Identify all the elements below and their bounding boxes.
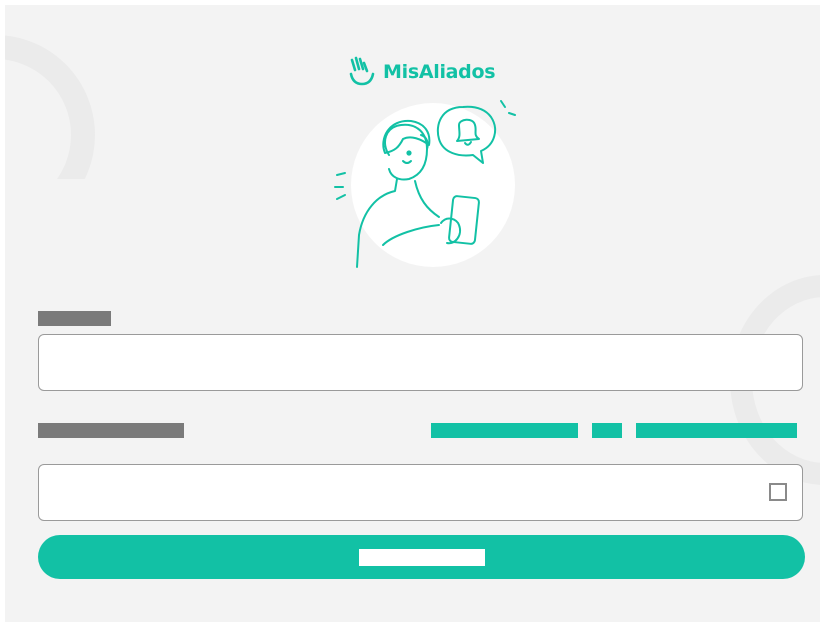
hand-wave-icon: [349, 56, 375, 86]
show-password-checkbox-icon[interactable]: [769, 483, 787, 501]
forgot-link-part-3[interactable]: [636, 423, 797, 438]
password-label: [38, 423, 184, 438]
decorative-arc-left: [5, 35, 95, 179]
login-button-label: [359, 549, 485, 566]
forgot-link-part-1[interactable]: [431, 423, 578, 438]
login-card: MisAliados: [5, 5, 820, 622]
brand-logo: MisAliados: [348, 52, 508, 92]
brand-name: MisAliados: [383, 61, 496, 83]
login-button[interactable]: [38, 535, 805, 579]
username-input[interactable]: [38, 334, 803, 391]
forgot-link-part-2[interactable]: [592, 423, 622, 438]
username-label: [38, 311, 111, 326]
password-input[interactable]: [38, 464, 803, 521]
hero-illustration: [334, 100, 516, 268]
